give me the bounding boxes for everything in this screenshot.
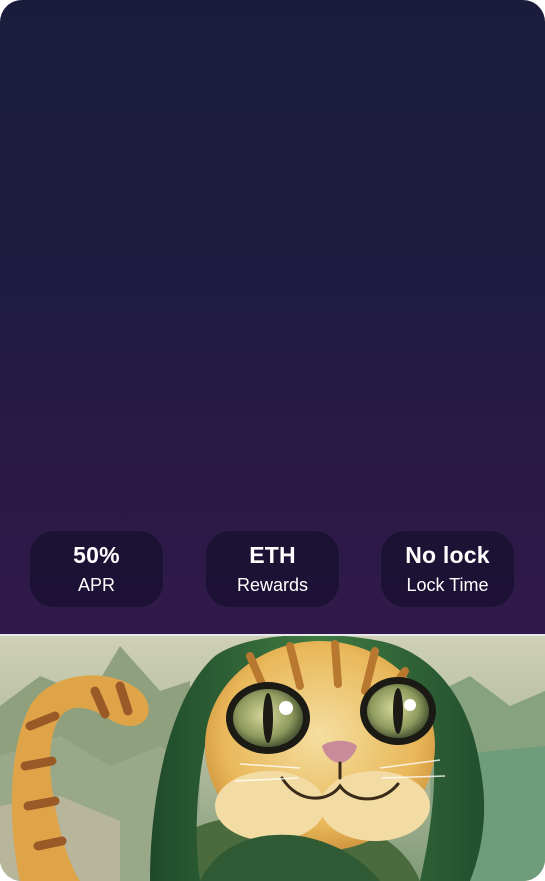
- stats-row: 50% APR ETH Rewards No lock Lock Time: [0, 531, 545, 607]
- stat-apr-label: APR: [77, 575, 115, 595]
- staking-panel: 50% APR ETH Rewards No lock Lock Time: [0, 0, 545, 634]
- stat-rewards-value: ETH: [249, 542, 296, 568]
- stat-lock-time-label: Lock Time: [406, 575, 489, 595]
- cat-character-illustration-icon: [0, 634, 545, 881]
- stat-apr-value: 50%: [73, 542, 120, 568]
- stat-apr: 50% APR: [30, 531, 163, 607]
- stat-lock-time: No lock Lock Time: [381, 531, 514, 607]
- stat-rewards: ETH Rewards: [206, 531, 339, 607]
- stat-lock-time-value: No lock: [405, 542, 490, 568]
- staking-card: 50% APR ETH Rewards No lock Lock Time: [0, 0, 545, 881]
- stat-rewards-label: Rewards: [236, 575, 309, 595]
